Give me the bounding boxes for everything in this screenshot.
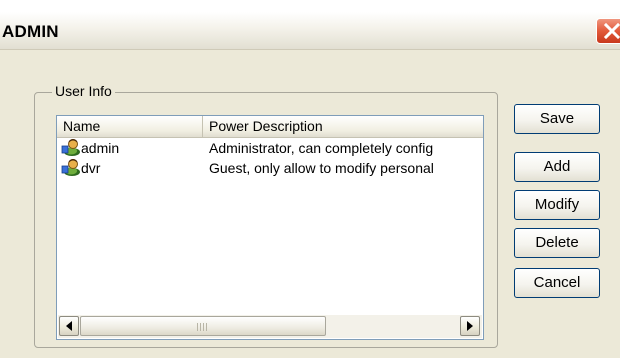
close-button[interactable]	[596, 18, 620, 44]
user-info-legend: User Info	[52, 82, 115, 100]
delete-button[interactable]: Delete	[514, 228, 600, 258]
power-description: Guest, only allow to modify personal	[209, 160, 434, 176]
scroll-thumb[interactable]	[80, 316, 326, 336]
power-description: Administrator, can completely config	[209, 140, 434, 156]
title-bar[interactable]: ADMIN	[0, 12, 620, 50]
user-name: admin	[81, 140, 120, 156]
grip-icon	[196, 323, 208, 331]
list-row-dvr[interactable]: dvr Guest, only allow to modify personal	[57, 158, 483, 178]
user-list[interactable]: Name Power Description admin Administrat…	[56, 115, 484, 340]
arrow-left-icon	[66, 321, 72, 331]
user-name: dvr	[81, 160, 101, 176]
scroll-right-button[interactable]	[460, 316, 480, 336]
user-icon	[61, 139, 80, 156]
horizontal-scrollbar[interactable]	[58, 315, 482, 338]
admin-dialog: ADMIN User Info Name Power Description a…	[0, 12, 620, 358]
modify-button[interactable]: Modify	[514, 190, 600, 220]
save-button[interactable]: Save	[514, 104, 600, 134]
user-icon	[61, 159, 80, 176]
column-header-name[interactable]: Name	[57, 116, 203, 137]
scroll-left-button[interactable]	[59, 316, 79, 336]
cancel-button[interactable]: Cancel	[514, 268, 600, 298]
window-title: ADMIN	[2, 22, 59, 41]
list-header: Name Power Description	[57, 116, 483, 138]
column-header-power-description[interactable]: Power Description	[203, 116, 483, 137]
close-icon	[603, 23, 620, 39]
arrow-right-icon	[467, 321, 473, 331]
list-row-admin[interactable]: admin Administrator, can completely conf…	[57, 138, 483, 158]
add-button[interactable]: Add	[514, 152, 600, 182]
